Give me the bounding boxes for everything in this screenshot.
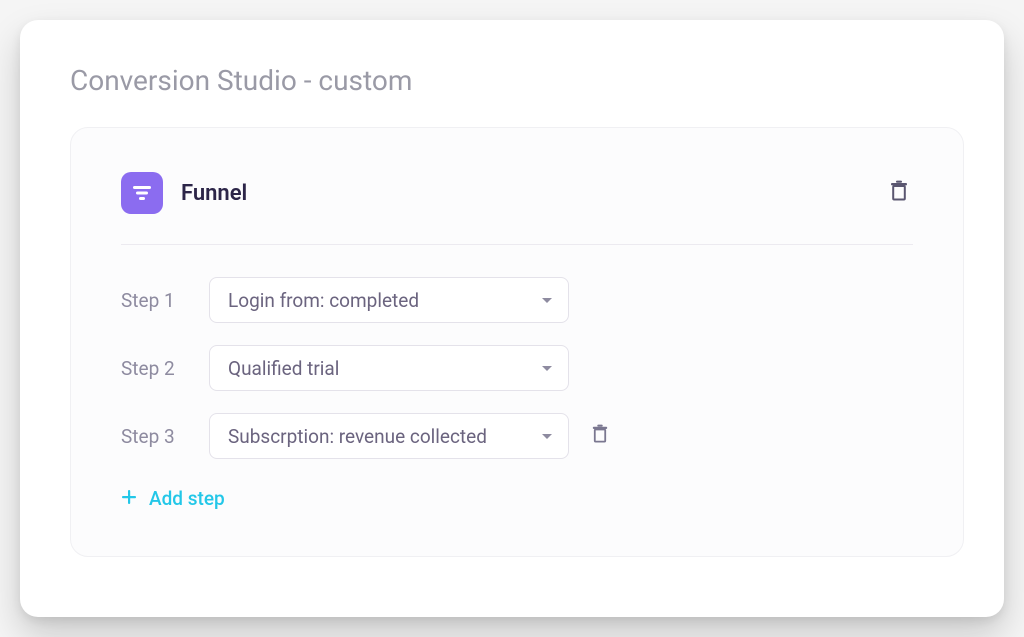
- funnel-card-header-left: Funnel: [121, 172, 247, 214]
- funnel-card-header: Funnel: [121, 172, 913, 245]
- step-1-select[interactable]: Login from: completed: [209, 277, 569, 323]
- step-3-select[interactable]: Subscrption: revenue collected: [209, 413, 569, 459]
- chevron-down-icon: [542, 434, 552, 439]
- add-step-button[interactable]: Add step: [121, 487, 225, 510]
- step-select-value: Login from: completed: [228, 289, 419, 312]
- delete-funnel-button[interactable]: [885, 176, 913, 210]
- chevron-down-icon: [542, 366, 552, 371]
- step-2-select[interactable]: Qualified trial: [209, 345, 569, 391]
- step-row: Step 3 Subscrption: revenue collected: [121, 413, 913, 459]
- chevron-down-icon: [542, 298, 552, 303]
- step-select-value: Qualified trial: [228, 357, 339, 380]
- funnel-card: Funnel Step 1 Login from: completed: [70, 127, 964, 557]
- conversion-studio-window: Conversion Studio - custom Funnel: [20, 20, 1004, 617]
- step-label: Step 1: [121, 289, 187, 312]
- step-label: Step 2: [121, 357, 187, 380]
- trash-icon: [889, 180, 909, 206]
- page-title: Conversion Studio - custom: [70, 64, 964, 97]
- funnel-steps: Step 1 Login from: completed Step 2 Qual…: [121, 277, 913, 459]
- trash-icon: [591, 424, 609, 448]
- step-row: Step 1 Login from: completed: [121, 277, 913, 323]
- step-select-value: Subscrption: revenue collected: [228, 425, 487, 448]
- step-row: Step 2 Qualified trial: [121, 345, 913, 391]
- step-label: Step 3: [121, 425, 187, 448]
- funnel-icon: [121, 172, 163, 214]
- funnel-card-title: Funnel: [181, 181, 247, 206]
- plus-icon: [121, 489, 137, 509]
- add-step-label: Add step: [149, 487, 225, 510]
- delete-step-3-button[interactable]: [587, 420, 613, 452]
